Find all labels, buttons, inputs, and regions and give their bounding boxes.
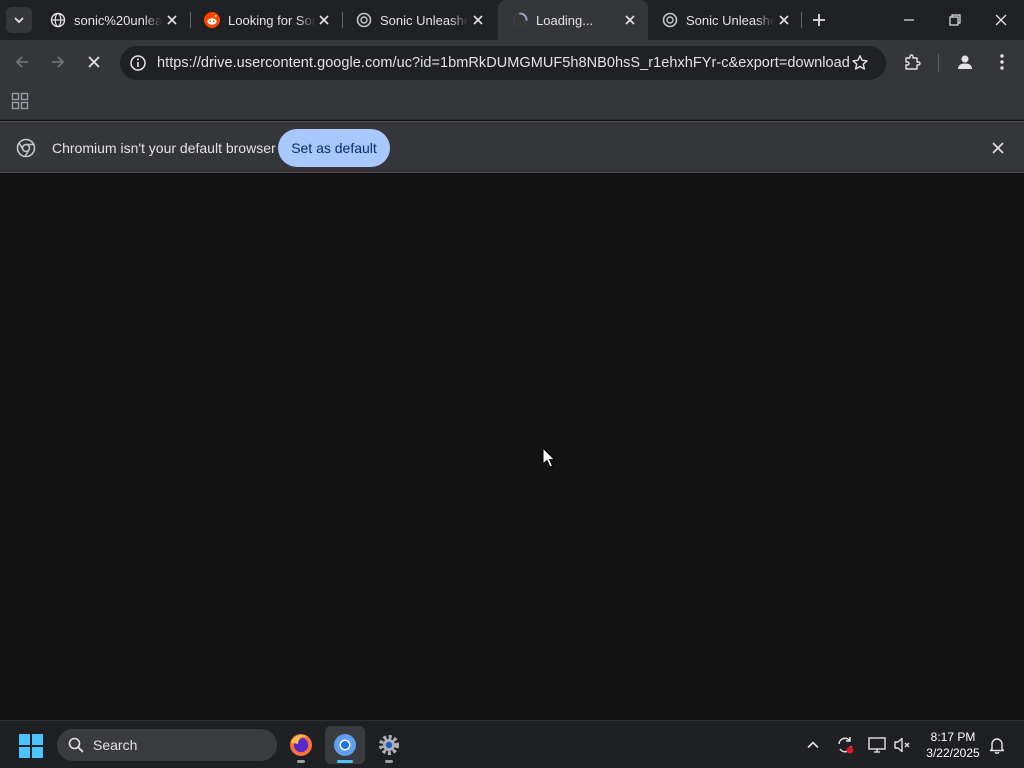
app-running-indicator [297,760,305,763]
site-info-icon[interactable] [129,54,147,72]
chromium-icon [16,138,36,158]
tab-5[interactable]: Sonic Unleashed [648,0,802,40]
close-icon[interactable] [470,12,486,28]
network-icon[interactable] [865,733,889,757]
chromium-icon [334,734,356,756]
archive-icon [662,12,678,28]
more-vertical-icon [1000,54,1004,70]
minimize-icon [904,19,914,21]
forward-button[interactable] [46,50,70,74]
settings-icon [379,735,399,755]
set-as-default-button[interactable]: Set as default [278,129,390,167]
loading-spinner-icon [512,12,528,28]
globe-icon [50,12,66,28]
tab-4-active[interactable]: Loading... [498,0,648,40]
close-icon [88,56,100,68]
close-icon[interactable] [316,12,332,28]
arrow-right-icon [52,56,65,68]
app-running-indicator [385,760,393,763]
close-icon [995,14,1007,26]
bookmarks-bar [0,84,1024,120]
url-text[interactable]: https://drive.usercontent.google.com/uc?… [157,55,850,71]
archive-icon [356,12,372,28]
close-icon[interactable] [776,12,792,28]
stop-loading-button[interactable] [82,50,106,74]
tab-title: Sonic Unleashed [380,12,468,28]
address-bar[interactable]: https://drive.usercontent.google.com/uc?… [120,46,886,80]
puzzle-icon [905,54,921,70]
taskbar-app-firefox[interactable] [281,726,321,764]
restore-icon [949,14,961,26]
arrow-left-icon [15,56,28,68]
close-icon[interactable] [164,12,180,28]
close-icon[interactable] [988,138,1008,158]
app-active-indicator [337,760,353,763]
toolbar: https://drive.usercontent.google.com/uc?… [0,40,1024,84]
restore-button[interactable] [932,0,978,40]
close-window-button[interactable] [978,0,1024,40]
taskbar-app-settings[interactable] [369,726,409,764]
clock-date: 3/22/2025 [926,746,980,760]
minimize-button[interactable] [886,0,932,40]
search-label: Search [93,737,138,753]
taskbar: Search 8:17 PM 3/22/2025 [0,720,1024,768]
chevron-down-icon [14,17,24,24]
extensions-button[interactable] [900,50,924,74]
system-clock[interactable]: 8:17 PM 3/22/2025 [920,729,986,761]
tab-title: sonic%20unleashed [74,12,162,28]
profile-button[interactable] [953,50,977,74]
apps-grid-icon[interactable] [11,92,29,110]
infobar-message: Chromium isn't your default browser [52,140,276,156]
taskbar-app-chromium[interactable] [325,726,365,764]
menu-button[interactable] [990,50,1014,74]
default-browser-infobar: Chromium isn't your default browser Set … [0,121,1024,173]
new-tab-button[interactable] [808,9,830,31]
bookmark-star-icon[interactable] [851,54,869,72]
close-icon[interactable] [622,12,638,28]
volume-muted-icon[interactable] [890,733,914,757]
windows-start-button[interactable] [18,733,44,759]
tab-title: Loading... [536,12,594,28]
plus-icon [813,14,825,26]
tab-title: Sonic Unleashed [686,12,774,28]
tab-separator [801,12,802,28]
back-button[interactable] [10,50,34,74]
page-content [0,174,1024,720]
tab-title: Looking for Sonic [228,12,316,28]
tab-2[interactable]: Looking for Sonic [190,0,342,40]
tab-search-button[interactable] [6,7,32,33]
reddit-icon [204,12,220,28]
tab-1[interactable]: sonic%20unleashed [36,0,190,40]
mouse-cursor-icon [542,447,556,468]
clock-time: 8:17 PM [930,730,976,744]
chevron-up-icon[interactable] [801,733,825,757]
sync-alert-icon[interactable] [833,733,857,757]
notification-bell-icon[interactable] [985,733,1009,757]
tab-strip: sonic%20unleashed Looking for Sonic Soni… [0,0,1024,40]
firefox-icon [290,734,312,756]
profile-icon [958,55,972,69]
tab-3[interactable]: Sonic Unleashed [342,0,496,40]
taskbar-search[interactable]: Search [57,729,277,761]
toolbar-separator [938,54,939,72]
search-icon [68,737,84,753]
